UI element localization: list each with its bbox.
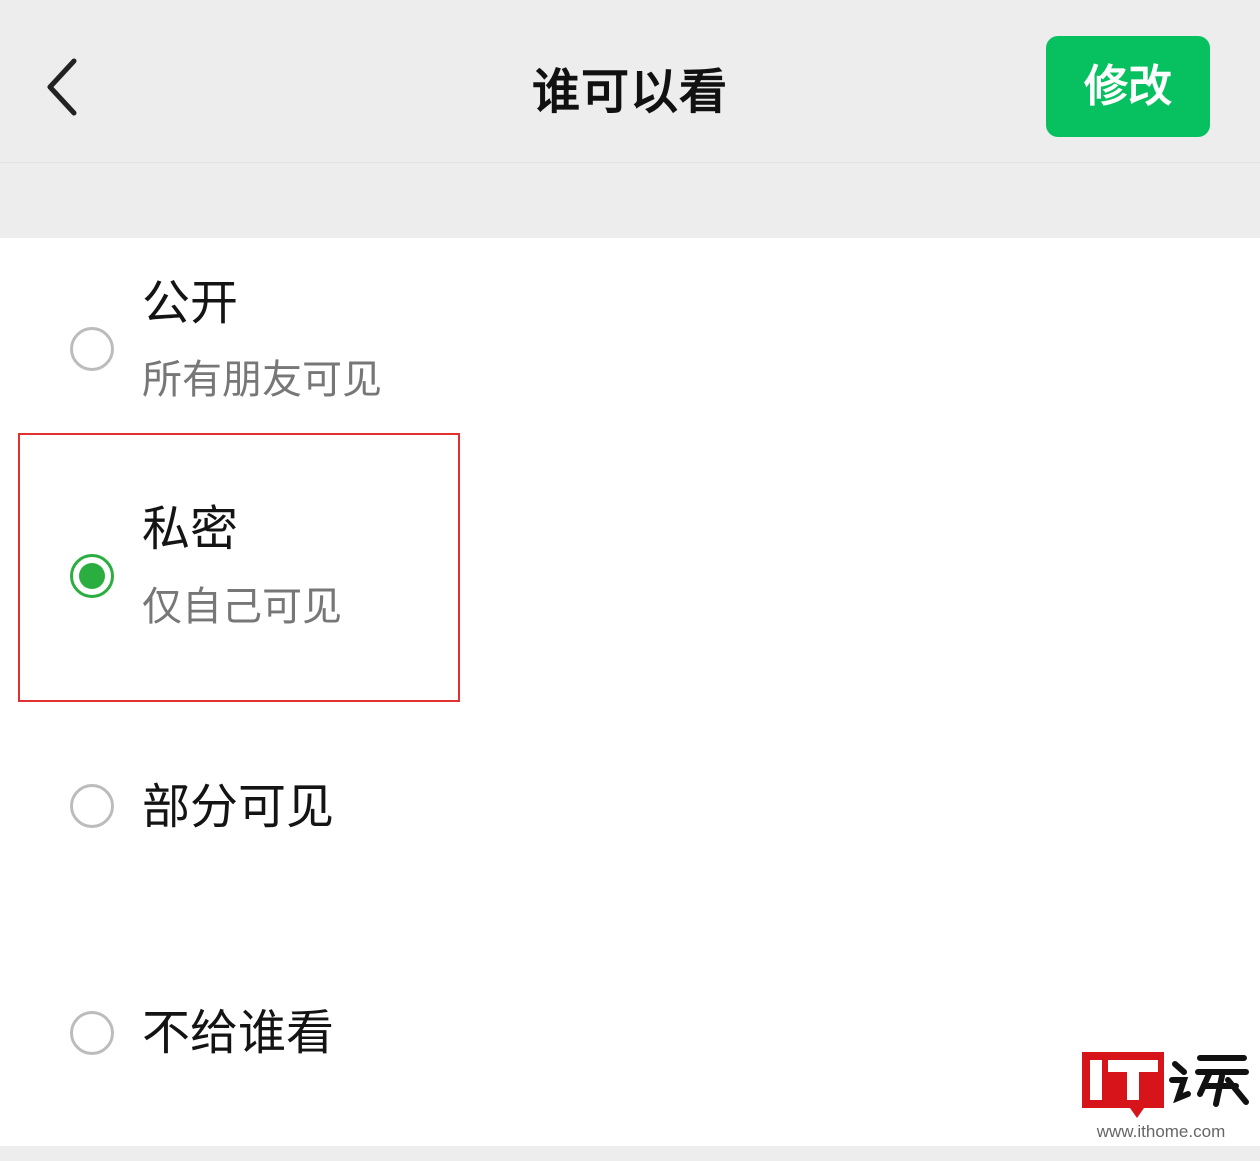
section-gap: [0, 163, 1260, 238]
option-title: 私密: [142, 501, 239, 557]
edit-button[interactable]: 修改: [1046, 36, 1210, 137]
option-subtitle: 所有朋友可见: [142, 357, 382, 403]
footer-strip: [0, 1146, 1260, 1161]
option-title: 不给谁看: [142, 1005, 335, 1061]
option-title: 部分可见: [142, 779, 335, 835]
nav-bar: 谁可以看 修改: [0, 0, 1260, 163]
radio-unchecked-icon[interactable]: [70, 784, 114, 828]
option-title: 公开: [142, 275, 239, 331]
radio-checked-icon[interactable]: [70, 554, 114, 598]
radio-unchecked-icon[interactable]: [70, 1011, 114, 1055]
radio-unchecked-icon[interactable]: [70, 327, 114, 371]
option-subtitle: 仅自己可见: [142, 584, 342, 630]
watermark-url: www.ithome.com: [1096, 1122, 1226, 1141]
visibility-options: 公开 所有朋友可见 私密 仅自己可见 部分可见 不给谁看: [0, 238, 1260, 1146]
